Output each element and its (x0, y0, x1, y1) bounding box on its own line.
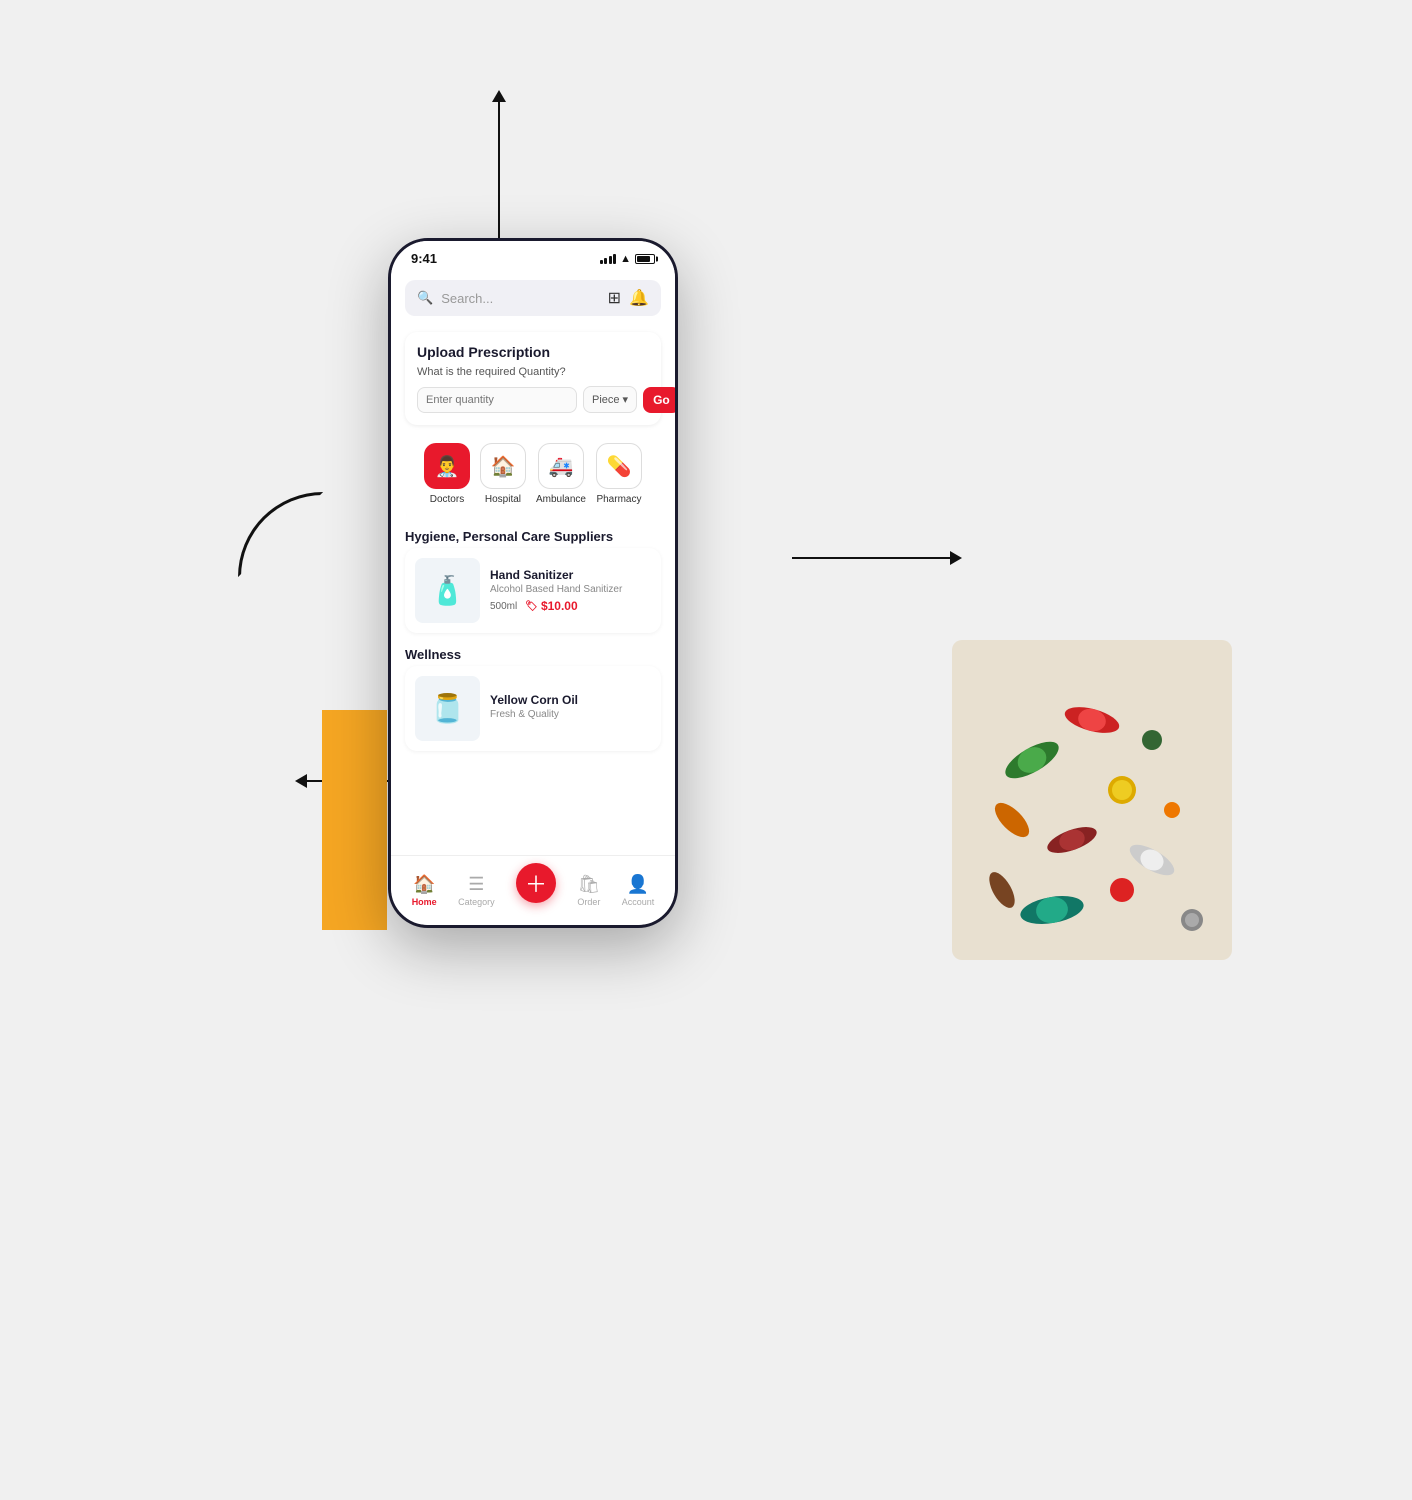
ambulance-icon-box: 🚑 (538, 443, 584, 489)
tag-icon: 🏷 (525, 601, 538, 612)
hand-sanitizer-info: Hand Sanitizer Alcohol Based Hand Saniti… (490, 568, 651, 613)
nav-item-home[interactable]: 🏠 Home (412, 874, 437, 907)
category-nav-label: Category (458, 897, 495, 907)
nav-item-category[interactable]: ☰ Category (458, 874, 495, 907)
phone-frame: 9:41 ▲ 🔍 Search... (388, 238, 678, 928)
service-item-pharmacy[interactable]: 💊 Pharmacy (596, 443, 642, 505)
hand-sanitizer-volume: 500ml (490, 601, 517, 612)
doctors-icon: 👨‍⚕️ (435, 454, 460, 479)
wellness-section-header: Wellness (391, 639, 675, 666)
quarter-arc-decoration (238, 492, 323, 577)
ambulance-icon: 🚑 (549, 454, 574, 479)
search-section: 🔍 Search... ⊞ 🔔 (391, 272, 675, 324)
order-nav-icon: 🛍 (577, 874, 600, 895)
bell-icon[interactable]: 🔔 (629, 288, 649, 308)
pills-image (952, 640, 1232, 960)
qr-icon[interactable]: ⊞ (608, 288, 621, 308)
service-item-ambulance[interactable]: 🚑 Ambulance (536, 443, 586, 505)
unit-select[interactable]: Piece ▾ (583, 386, 637, 413)
yellow-rect-decoration (322, 710, 387, 930)
signal-bars (600, 254, 617, 264)
bottom-nav: 🏠 Home ☰ Category ＋ 🛍 Order 👤 Account (391, 855, 675, 925)
yellow-corn-oil-desc: Fresh & Quality (490, 709, 651, 720)
unit-value: Piece (592, 394, 620, 406)
yellow-corn-oil-image: 🫙 (415, 676, 480, 741)
prescription-subtitle: What is the required Quantity? (417, 366, 649, 378)
service-item-doctors[interactable]: 👨‍⚕️ Doctors (424, 443, 470, 505)
yellow-corn-oil-card[interactable]: 🫙 Yellow Corn Oil Fresh & Quality (405, 666, 661, 751)
hand-sanitizer-price: 🏷 $10.00 (525, 599, 577, 613)
search-placeholder: Search... (441, 291, 599, 306)
search-icon: 🔍 (417, 290, 433, 306)
status-bar: 9:41 ▲ (391, 241, 675, 272)
hospital-icon-box: 🏠 (480, 443, 526, 489)
phone-container: 9:41 ▲ 🔍 Search... (388, 238, 678, 928)
order-nav-label: Order (577, 897, 600, 907)
hospital-icon: 🏠 (491, 454, 516, 479)
prescription-card: Upload Prescription What is the required… (405, 332, 661, 425)
pharmacy-icon: 💊 (607, 454, 632, 479)
doctors-icon-box: 👨‍⚕️ (424, 443, 470, 489)
nav-item-account[interactable]: 👤 Account (622, 874, 655, 907)
arrow-right-decoration (792, 557, 952, 559)
prescription-title: Upload Prescription (417, 344, 649, 360)
go-button[interactable]: Go (643, 387, 675, 413)
hygiene-section-header: Hygiene, Personal Care Suppliers (391, 521, 675, 548)
home-nav-icon: 🏠 (413, 874, 435, 895)
quantity-input[interactable] (417, 387, 577, 413)
service-item-hospital[interactable]: 🏠 Hospital (480, 443, 526, 505)
hand-sanitizer-name: Hand Sanitizer (490, 568, 651, 582)
services-grid: 👨‍⚕️ Doctors 🏠 Hospital 🚑 Ambulance (405, 433, 661, 515)
fab-button[interactable]: ＋ (516, 863, 556, 903)
price-value: $10.00 (541, 599, 578, 613)
hand-sanitizer-image: 🧴 (415, 558, 480, 623)
wifi-icon: ▲ (620, 253, 631, 265)
arrow-up-decoration (498, 100, 500, 260)
hand-sanitizer-desc: Alcohol Based Hand Sanitizer (490, 584, 651, 595)
search-right-icons: ⊞ 🔔 (608, 288, 649, 308)
account-nav-icon: 👤 (627, 874, 649, 895)
yellow-corn-oil-info: Yellow Corn Oil Fresh & Quality (490, 693, 651, 724)
home-nav-label: Home (412, 897, 437, 907)
category-nav-icon: ☰ (468, 874, 484, 895)
fab-plus-icon: ＋ (525, 867, 547, 899)
chevron-down-icon: ▾ (623, 393, 629, 406)
pharmacy-icon-box: 💊 (596, 443, 642, 489)
hospital-label: Hospital (485, 494, 521, 505)
search-bar[interactable]: 🔍 Search... ⊞ 🔔 (405, 280, 661, 316)
yellow-corn-oil-name: Yellow Corn Oil (490, 693, 651, 707)
nav-item-order[interactable]: 🛍 Order (577, 874, 600, 907)
status-time: 9:41 (411, 251, 437, 266)
status-icons: ▲ (600, 253, 655, 265)
battery-icon (635, 254, 655, 264)
pharmacy-label: Pharmacy (596, 494, 641, 505)
hand-sanitizer-bottom: 500ml 🏷 $10.00 (490, 599, 651, 613)
doctors-label: Doctors (430, 494, 464, 505)
quantity-row: Piece ▾ Go (417, 386, 649, 413)
hand-sanitizer-card[interactable]: 🧴 Hand Sanitizer Alcohol Based Hand Sani… (405, 548, 661, 633)
ambulance-label: Ambulance (536, 494, 586, 505)
scroll-content[interactable]: 🔍 Search... ⊞ 🔔 Upload Prescription What… (391, 272, 675, 886)
account-nav-label: Account (622, 897, 655, 907)
